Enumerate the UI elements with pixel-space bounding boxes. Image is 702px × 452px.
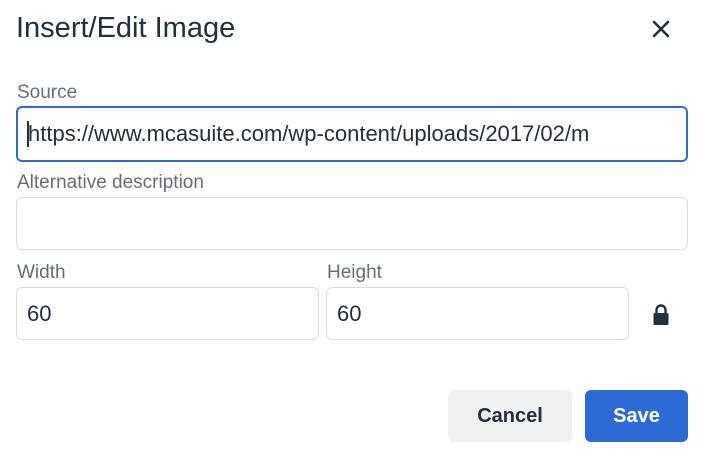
- source-value: https://www.mcasuite.com/wp-content/uplo…: [28, 121, 590, 146]
- lock-icon: [653, 304, 669, 325]
- width-value: 60: [27, 300, 52, 326]
- constrain-proportions-button[interactable]: [650, 300, 672, 330]
- source-label: Source: [17, 82, 78, 103]
- alt-description-input[interactable]: [16, 197, 688, 250]
- insert-edit-image-dialog: Insert/Edit Image Source https://www.mca…: [0, 0, 702, 452]
- cancel-button[interactable]: Cancel: [448, 390, 572, 442]
- height-input[interactable]: 60: [326, 287, 629, 340]
- dialog-title: Insert/Edit Image: [16, 12, 236, 44]
- height-value: 60: [337, 300, 362, 326]
- alt-description-label: Alternative description: [17, 172, 204, 193]
- width-input[interactable]: 60: [16, 287, 319, 340]
- save-button[interactable]: Save: [585, 390, 688, 442]
- close-button[interactable]: [644, 12, 678, 46]
- width-label: Width: [17, 262, 66, 283]
- close-icon: [652, 20, 670, 38]
- source-input[interactable]: https://www.mcasuite.com/wp-content/uplo…: [16, 106, 688, 162]
- height-label: Height: [327, 262, 382, 283]
